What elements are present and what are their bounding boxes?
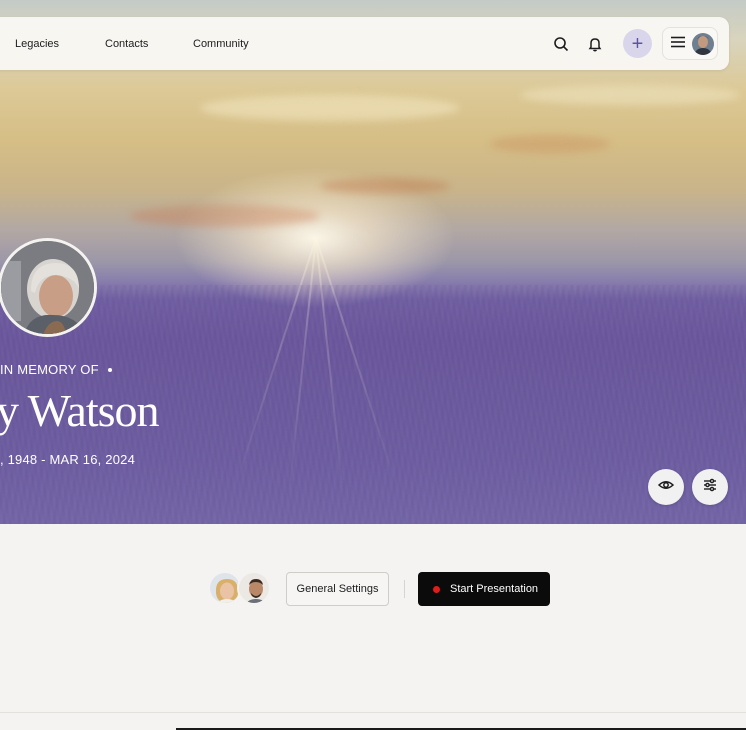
add-button[interactable]: + (623, 29, 652, 58)
cloud (320, 178, 450, 194)
sliders-icon (702, 477, 718, 498)
user-avatar (692, 32, 714, 55)
section-divider (0, 712, 746, 713)
record-dot-icon (433, 585, 440, 593)
memorial-prefix-label: IN MEMORY OF (0, 362, 99, 377)
collaborator-avatar[interactable] (237, 571, 271, 605)
cloud (520, 85, 740, 105)
start-presentation-label: Start Presentation (450, 583, 539, 595)
cloud (130, 205, 320, 227)
memorial-dates: , 1948 - MAR 16, 2024 (0, 452, 135, 467)
account-menu-button[interactable] (662, 27, 718, 60)
plus-icon: + (631, 32, 644, 55)
collaborator-avatars[interactable] (208, 571, 272, 607)
bell-icon[interactable] (582, 31, 608, 57)
eye-icon (657, 477, 675, 498)
hero-banner: IN MEMORY OF y Watson , 1948 - MAR 16, 2… (0, 0, 746, 524)
nav-link-community[interactable]: Community (193, 17, 249, 70)
start-presentation-button[interactable]: Start Presentation (418, 572, 550, 606)
search-icon[interactable] (548, 31, 574, 57)
top-nav: Legacies Contacts Community + (0, 17, 729, 70)
general-settings-button[interactable]: General Settings (286, 572, 389, 606)
cloud (490, 135, 610, 153)
nav-link-legacies[interactable]: Legacies (15, 17, 59, 70)
memorial-portrait (0, 238, 97, 337)
cloud (200, 95, 460, 121)
hamburger-icon (671, 35, 685, 53)
toolbar-divider (404, 580, 405, 598)
memorial-name: y Watson (0, 385, 160, 436)
nav-link-contacts[interactable]: Contacts (105, 17, 148, 70)
customize-button[interactable] (692, 469, 728, 505)
separator-dot (107, 367, 112, 372)
preview-button[interactable] (648, 469, 684, 505)
memorial-prefix: IN MEMORY OF (0, 362, 112, 377)
